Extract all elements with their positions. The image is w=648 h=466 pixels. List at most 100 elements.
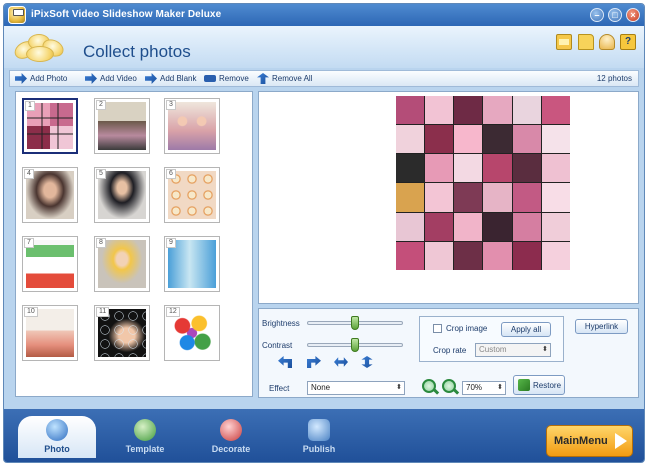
remove-all-icon (257, 73, 269, 84)
thumbnail-11[interactable]: 11 (94, 305, 150, 361)
chevron-down-icon: ⬍ (497, 384, 503, 391)
minimize-icon: – (594, 10, 600, 20)
thumbnail-12[interactable]: 12 (164, 305, 220, 361)
thumbnail-10[interactable]: 10 (22, 305, 78, 361)
thumbnail-number: 2 (96, 100, 106, 110)
thumbnail-3[interactable]: 3 (164, 98, 220, 154)
tab-publish-label: Publish (302, 444, 336, 454)
decorate-icon (220, 419, 242, 441)
crop-rate-select[interactable]: Custom ⬍ (475, 343, 551, 357)
main-menu-button[interactable]: MainMenu (546, 425, 633, 457)
add-video-label: Add Video (100, 74, 137, 83)
remove-all-label: Remove All (272, 74, 313, 83)
brightness-slider-thumb[interactable] (351, 316, 359, 330)
app-window: iPixSoft Video Slideshow Maker Deluxe – … (3, 3, 645, 463)
zoom-in-icon[interactable] (422, 379, 436, 393)
add-photo-button[interactable]: Add Photo (15, 73, 77, 85)
crop-image-label: Crop image (446, 324, 488, 333)
effect-label: Effect (269, 384, 290, 393)
thumbnail-number: 11 (96, 307, 110, 317)
thumbnail-number: 4 (24, 169, 34, 179)
effect-select-value: None (311, 383, 331, 392)
preview-image (396, 96, 570, 270)
add-video-icon (85, 73, 97, 84)
add-blank-label: Add Blank (160, 74, 197, 83)
arrow-right-icon (615, 433, 627, 449)
zoom-select[interactable]: 70% ⬍ (462, 381, 506, 395)
add-blank-button[interactable]: Add Blank (145, 73, 203, 85)
page-header: Collect photos ? (4, 26, 644, 68)
main-menu-label: MainMenu (554, 435, 608, 447)
tab-template-label: Template (125, 444, 165, 454)
hyperlink-button[interactable]: Hyperlink (575, 319, 628, 334)
thumbnail-number: 10 (24, 307, 38, 317)
close-button[interactable]: × (626, 8, 640, 22)
thumbnail-9[interactable]: 9 (164, 236, 220, 292)
crop-rate-label: Crop rate (433, 346, 467, 355)
add-video-button[interactable]: Add Video (85, 73, 143, 85)
chevron-down-icon: ⬍ (396, 384, 402, 391)
restore-label: Restore (533, 381, 562, 390)
thumbnail-number: 6 (166, 169, 176, 179)
thumbnail-number: 8 (96, 238, 106, 248)
remove-icon (204, 75, 216, 82)
tab-decorate-label: Decorate (211, 444, 251, 454)
thumbnail-5[interactable]: 5 (94, 167, 150, 223)
maximize-button[interactable]: □ (608, 8, 622, 22)
title-bar: iPixSoft Video Slideshow Maker Deluxe – … (4, 4, 644, 26)
add-blank-icon (145, 73, 157, 84)
thumbnail-2[interactable]: 2 (94, 98, 150, 154)
thumbnail-number: 12 (166, 307, 180, 317)
tab-decorate[interactable]: Decorate (192, 416, 270, 458)
contrast-slider-thumb[interactable] (351, 338, 359, 352)
remove-label: Remove (219, 74, 249, 83)
thumbnail-panel[interactable]: 1 2 3 4 5 6 7 8 9 10 11 12 (15, 91, 253, 397)
window-title: iPixSoft Video Slideshow Maker Deluxe (31, 9, 222, 20)
flower-icon (11, 32, 72, 64)
restore-icon (518, 379, 530, 391)
tab-photo-label: Photo (44, 444, 70, 454)
brightness-slider[interactable] (307, 316, 403, 330)
page-title: Collect photos (83, 42, 191, 61)
zoom-select-value: 70% (466, 383, 483, 392)
remove-all-button[interactable]: Remove All (257, 73, 315, 85)
contrast-slider[interactable] (307, 338, 403, 352)
bottom-navigation: Photo Template Decorate Publish MainMenu (4, 409, 644, 462)
film-icon[interactable] (556, 34, 572, 50)
photo-toolbar: Add Photo Add Video Add Blank Remove Rem… (9, 70, 639, 87)
contrast-label: Contrast (262, 341, 293, 350)
tab-template[interactable]: Template (106, 416, 184, 458)
app-logo-icon (8, 6, 26, 24)
minimize-button[interactable]: – (590, 8, 604, 22)
add-photo-icon (15, 73, 27, 84)
maximize-icon: □ (612, 10, 618, 20)
apply-all-button[interactable]: Apply all (501, 322, 551, 337)
thumbnail-number: 1 (25, 101, 35, 111)
thumbnail-7[interactable]: 7 (22, 236, 78, 292)
publish-icon (308, 419, 330, 441)
preview-panel (258, 91, 639, 304)
user-icon[interactable] (599, 34, 615, 50)
tab-publish[interactable]: Publish (280, 416, 358, 458)
chevron-down-icon: ⬍ (542, 346, 548, 353)
tab-photo[interactable]: Photo (18, 416, 96, 458)
thumbnail-number: 3 (166, 100, 176, 110)
thumbnail-1[interactable]: 1 (22, 98, 78, 154)
help-icon[interactable]: ? (620, 34, 636, 50)
thumbnail-number: 7 (24, 238, 34, 248)
effect-select[interactable]: None ⬍ (307, 381, 405, 395)
thumbnail-number: 5 (96, 169, 106, 179)
close-icon: × (630, 10, 636, 20)
add-photo-label: Add Photo (30, 74, 68, 83)
remove-button[interactable]: Remove (204, 73, 252, 85)
folder-icon[interactable] (578, 34, 594, 50)
template-icon (134, 419, 156, 441)
thumbnail-6[interactable]: 6 (164, 167, 220, 223)
zoom-out-icon[interactable] (442, 379, 456, 393)
thumbnail-8[interactable]: 8 (94, 236, 150, 292)
crop-image-checkbox[interactable] (433, 324, 442, 333)
brightness-label: Brightness (262, 319, 300, 328)
crop-rate-select-value: Custom (479, 345, 507, 354)
thumbnail-4[interactable]: 4 (22, 167, 78, 223)
restore-button[interactable]: Restore (513, 375, 565, 395)
